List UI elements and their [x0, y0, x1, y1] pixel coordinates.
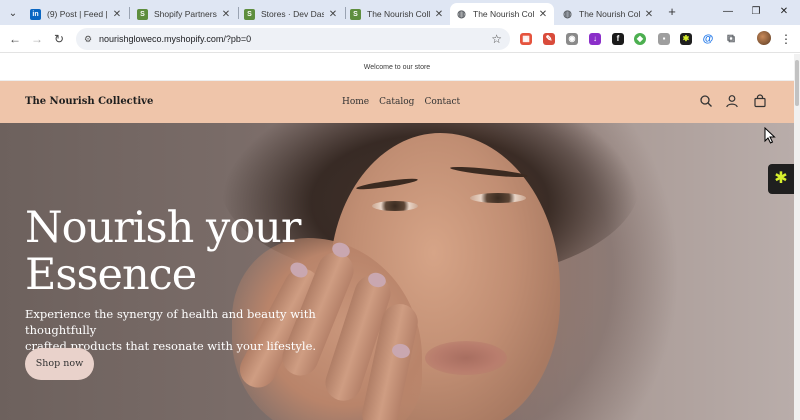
puzzle-extension-icon[interactable]: ⧉ [725, 33, 737, 45]
tab-title: Shopify Partners [154, 9, 217, 19]
hero-image-eye [372, 201, 418, 211]
shopify-icon: S [350, 8, 361, 20]
tab-linkedin[interactable]: in (9) Post | Feed | LinkedIn ✕ [24, 3, 128, 25]
restore-icon[interactable]: ❐ [746, 3, 766, 21]
cart-icon[interactable] [753, 94, 767, 108]
font-extension-icon[interactable]: f [612, 33, 624, 45]
tab-title: The Nourish Collective [367, 9, 430, 19]
hero-subtitle-line: Experience the synergy of health and bea… [25, 307, 316, 337]
scrollbar-thumb[interactable] [795, 60, 799, 106]
nav-link-catalog[interactable]: Catalog [379, 97, 414, 107]
bookmark-star-icon[interactable]: ☆ [491, 31, 502, 47]
hero-banner: Nourish your Essence Experience the syne… [0, 123, 794, 420]
hero-image-eye [470, 193, 526, 203]
reload-icon[interactable]: ↻ [50, 30, 68, 48]
nav-link-home[interactable]: Home [342, 97, 369, 107]
store-header: The Nourish Collective Home Catalog Cont… [0, 81, 794, 123]
close-icon[interactable]: ✕ [644, 9, 654, 20]
shopify-icon: S [137, 8, 148, 20]
minimize-icon[interactable]: — [718, 3, 738, 21]
hero-image-lips [425, 341, 507, 375]
url-text[interactable]: nourishgloweco.myshopify.com/?pb=0 [99, 28, 251, 50]
main-nav: Home Catalog Contact [342, 81, 460, 123]
close-icon[interactable]: ✕ [434, 9, 444, 20]
gray-extension-icon[interactable]: ▪ [658, 33, 670, 45]
asterisk-widget-icon[interactable]: ✱ [768, 164, 794, 194]
nav-link-contact[interactable]: Contact [424, 97, 460, 107]
tab-search-chevron-icon[interactable]: ⌄ [4, 5, 22, 21]
download-extension-icon[interactable]: ↓ [589, 33, 601, 45]
tab-nourish-collective-active[interactable]: ◍ The Nourish Collective ✕ [450, 3, 554, 25]
browser-toolbar: ← → ↻ ⚙ nourishgloweco.myshopify.com/?pb… [0, 25, 800, 53]
tab-nourish-collective-1[interactable]: S The Nourish Collective ✕ [344, 3, 450, 25]
browser-menu-icon[interactable]: ⋮ [780, 30, 792, 48]
hero-title-line: Essence [25, 250, 197, 300]
close-icon[interactable]: ✕ [538, 9, 548, 20]
tab-title: (9) Post | Feed | LinkedIn [47, 9, 108, 19]
globe-icon: ◍ [563, 8, 572, 20]
tab-shopify-partners[interactable]: S Shopify Partners ✕ [131, 3, 237, 25]
tab-title: Stores · Dev Dashboard [261, 9, 324, 19]
green-extension-icon[interactable]: ◆ [634, 33, 646, 45]
tab-nourish-collective-3[interactable]: ◍ The Nourish Collective ✕ [556, 3, 660, 25]
back-arrow-icon[interactable]: ← [6, 30, 24, 48]
asterisk-extension-icon[interactable]: ✱ [680, 33, 692, 45]
account-icon[interactable] [725, 94, 739, 108]
hero-title: Nourish your Essence [25, 203, 301, 300]
profile-avatar[interactable] [757, 31, 771, 45]
window-close-icon[interactable]: ✕ [774, 3, 794, 21]
hero-title-line: Nourish your [25, 203, 301, 253]
brush-extension-icon[interactable]: ✎ [543, 33, 555, 45]
close-icon[interactable]: ✕ [112, 9, 122, 20]
tab-title: The Nourish Collective [473, 9, 534, 19]
site-settings-icon[interactable]: ⚙ [84, 32, 96, 46]
tab-title: The Nourish Collective [579, 9, 640, 19]
at-extension-icon[interactable]: @ [702, 33, 714, 45]
grid-extension-icon[interactable]: ▦ [520, 33, 532, 45]
store-logo[interactable]: The Nourish Collective [25, 81, 153, 123]
storefront-page: Welcome to our store The Nourish Collect… [0, 54, 794, 420]
search-icon[interactable] [699, 94, 713, 108]
globe-icon: ◍ [456, 8, 467, 20]
shop-now-button[interactable]: Shop now [25, 348, 94, 380]
forward-arrow-icon[interactable]: → [28, 30, 46, 48]
tab-dev-dashboard[interactable]: S Stores · Dev Dashboard ✕ [238, 3, 344, 25]
browser-tab-strip: ⌄ in (9) Post | Feed | LinkedIn ✕ S Shop… [0, 0, 800, 25]
address-bar[interactable]: ⚙ nourishgloweco.myshopify.com/?pb=0 ☆ [76, 28, 510, 50]
hero-subtitle: Experience the synergy of health and bea… [25, 306, 365, 354]
tab-separator [129, 7, 130, 19]
linkedin-icon: in [30, 8, 41, 20]
mouse-cursor-icon [764, 127, 776, 144]
page-scrollbar[interactable] [794, 54, 800, 420]
camera-extension-icon[interactable]: ◉ [566, 33, 578, 45]
shopify-icon: S [244, 8, 255, 20]
close-icon[interactable]: ✕ [328, 9, 338, 20]
close-icon[interactable]: ✕ [221, 9, 231, 20]
announcement-bar: Welcome to our store [0, 54, 794, 81]
new-tab-plus-icon[interactable]: + [664, 4, 680, 20]
